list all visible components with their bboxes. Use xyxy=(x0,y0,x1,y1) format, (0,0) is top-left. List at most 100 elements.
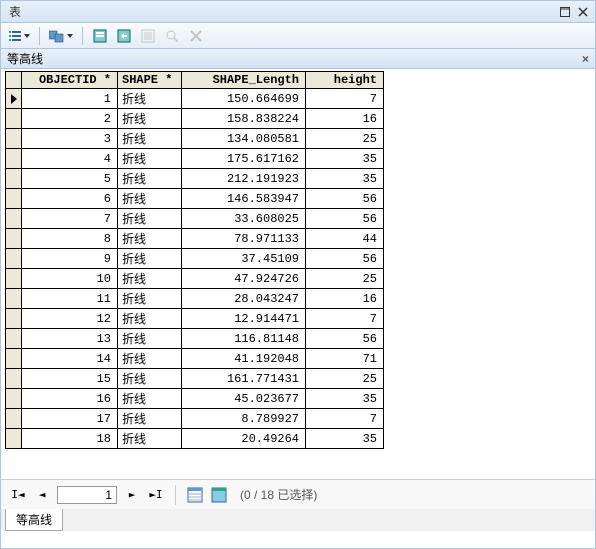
cell-objectid[interactable]: 10 xyxy=(22,269,118,289)
cell-length[interactable]: 175.617162 xyxy=(182,149,306,169)
cell-objectid[interactable]: 17 xyxy=(22,409,118,429)
select-by-attributes-button[interactable] xyxy=(89,25,111,47)
cell-shape[interactable]: 折线 xyxy=(118,369,182,389)
cell-length[interactable]: 146.583947 xyxy=(182,189,306,209)
cell-height[interactable]: 56 xyxy=(306,249,384,269)
cell-length[interactable]: 33.608025 xyxy=(182,209,306,229)
table-row[interactable]: 18折线20.4926435 xyxy=(6,429,384,449)
row-selector[interactable] xyxy=(6,269,22,289)
table-row[interactable]: 9折线37.4510956 xyxy=(6,249,384,269)
tab-contour[interactable]: 等高线 xyxy=(5,509,63,531)
cell-height[interactable]: 56 xyxy=(306,329,384,349)
row-selector[interactable] xyxy=(6,109,22,129)
zoom-selection-button[interactable] xyxy=(161,25,183,47)
cell-shape[interactable]: 折线 xyxy=(118,169,182,189)
cell-shape[interactable]: 折线 xyxy=(118,429,182,449)
cell-objectid[interactable]: 15 xyxy=(22,369,118,389)
row-selector[interactable] xyxy=(6,249,22,269)
cell-objectid[interactable]: 14 xyxy=(22,349,118,369)
cell-length[interactable]: 212.191923 xyxy=(182,169,306,189)
cell-objectid[interactable]: 1 xyxy=(22,89,118,109)
row-selector[interactable] xyxy=(6,149,22,169)
row-selector[interactable] xyxy=(6,189,22,209)
cell-length[interactable]: 161.771431 xyxy=(182,369,306,389)
row-selector[interactable] xyxy=(6,329,22,349)
cell-height[interactable]: 35 xyxy=(306,169,384,189)
cell-length[interactable]: 12.914471 xyxy=(182,309,306,329)
cell-height[interactable]: 35 xyxy=(306,429,384,449)
cell-length[interactable]: 20.49264 xyxy=(182,429,306,449)
column-objectid[interactable]: OBJECTID * xyxy=(22,72,118,89)
cell-shape[interactable]: 折线 xyxy=(118,129,182,149)
subtitle-close-button[interactable]: × xyxy=(582,52,589,66)
cell-height[interactable]: 7 xyxy=(306,409,384,429)
delete-selection-button[interactable] xyxy=(185,25,207,47)
cell-shape[interactable]: 折线 xyxy=(118,329,182,349)
show-all-records-button[interactable] xyxy=(186,486,204,504)
cell-height[interactable]: 56 xyxy=(306,209,384,229)
cell-length[interactable]: 37.45109 xyxy=(182,249,306,269)
close-button[interactable] xyxy=(575,5,591,19)
cell-height[interactable]: 25 xyxy=(306,269,384,289)
cell-objectid[interactable]: 18 xyxy=(22,429,118,449)
cell-shape[interactable]: 折线 xyxy=(118,269,182,289)
cell-length[interactable]: 150.664699 xyxy=(182,89,306,109)
switch-selection-button[interactable] xyxy=(113,25,135,47)
row-selector[interactable] xyxy=(6,389,22,409)
cell-shape[interactable]: 折线 xyxy=(118,389,182,409)
cell-objectid[interactable]: 2 xyxy=(22,109,118,129)
last-record-button[interactable]: ►I xyxy=(147,486,165,504)
row-selector[interactable] xyxy=(6,369,22,389)
table-row[interactable]: 10折线47.92472625 xyxy=(6,269,384,289)
row-selector[interactable] xyxy=(6,89,22,109)
cell-objectid[interactable]: 16 xyxy=(22,389,118,409)
cell-objectid[interactable]: 12 xyxy=(22,309,118,329)
cell-objectid[interactable]: 6 xyxy=(22,189,118,209)
table-row[interactable]: 1折线150.6646997 xyxy=(6,89,384,109)
row-selector[interactable] xyxy=(6,289,22,309)
cell-objectid[interactable]: 9 xyxy=(22,249,118,269)
cell-shape[interactable]: 折线 xyxy=(118,409,182,429)
cell-objectid[interactable]: 7 xyxy=(22,209,118,229)
cell-objectid[interactable]: 11 xyxy=(22,289,118,309)
table-row[interactable]: 6折线146.58394756 xyxy=(6,189,384,209)
cell-shape[interactable]: 折线 xyxy=(118,249,182,269)
cell-height[interactable]: 44 xyxy=(306,229,384,249)
cell-height[interactable]: 7 xyxy=(306,89,384,109)
row-selector[interactable] xyxy=(6,209,22,229)
table-row[interactable]: 3折线134.08058125 xyxy=(6,129,384,149)
table-row[interactable]: 14折线41.19204871 xyxy=(6,349,384,369)
cell-shape[interactable]: 折线 xyxy=(118,89,182,109)
cell-height[interactable]: 35 xyxy=(306,149,384,169)
cell-length[interactable]: 78.971133 xyxy=(182,229,306,249)
cell-objectid[interactable]: 4 xyxy=(22,149,118,169)
cell-height[interactable]: 71 xyxy=(306,349,384,369)
cell-objectid[interactable]: 5 xyxy=(22,169,118,189)
row-selector[interactable] xyxy=(6,169,22,189)
related-tables-button[interactable] xyxy=(46,25,76,47)
column-shape[interactable]: SHAPE * xyxy=(118,72,182,89)
table-row[interactable]: 15折线161.77143125 xyxy=(6,369,384,389)
table-row[interactable]: 16折线45.02367735 xyxy=(6,389,384,409)
row-selector[interactable] xyxy=(6,129,22,149)
cell-height[interactable]: 35 xyxy=(306,389,384,409)
cell-height[interactable]: 56 xyxy=(306,189,384,209)
table-grid[interactable]: OBJECTID * SHAPE * SHAPE_Length height 1… xyxy=(1,69,595,479)
table-row[interactable]: 5折线212.19192335 xyxy=(6,169,384,189)
cell-height[interactable]: 25 xyxy=(306,369,384,389)
cell-height[interactable]: 7 xyxy=(306,309,384,329)
list-menu-button[interactable] xyxy=(5,25,33,47)
table-row[interactable]: 8折线78.97113344 xyxy=(6,229,384,249)
show-selected-records-button[interactable] xyxy=(210,486,228,504)
cell-height[interactable]: 16 xyxy=(306,109,384,129)
cell-length[interactable]: 28.043247 xyxy=(182,289,306,309)
table-row[interactable]: 4折线175.61716235 xyxy=(6,149,384,169)
cell-length[interactable]: 45.023677 xyxy=(182,389,306,409)
column-length[interactable]: SHAPE_Length xyxy=(182,72,306,89)
table-row[interactable]: 12折线12.9144717 xyxy=(6,309,384,329)
column-height[interactable]: height xyxy=(306,72,384,89)
cell-shape[interactable]: 折线 xyxy=(118,289,182,309)
cell-length[interactable]: 41.192048 xyxy=(182,349,306,369)
row-selector[interactable] xyxy=(6,309,22,329)
cell-height[interactable]: 16 xyxy=(306,289,384,309)
